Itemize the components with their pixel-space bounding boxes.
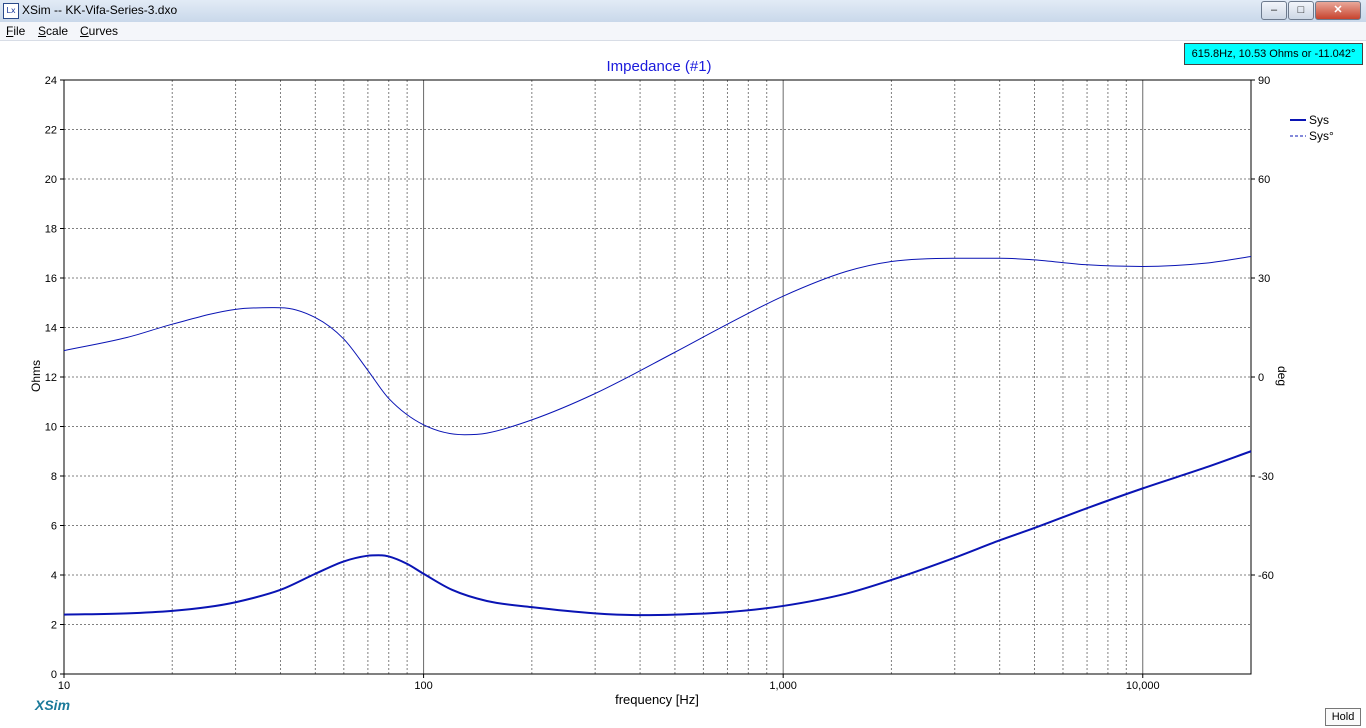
close-button[interactable]: ✕ xyxy=(1315,1,1361,20)
window-title: XSim -- KK-Vifa-Series-3.dxo xyxy=(22,3,178,17)
legend-label: Sys xyxy=(1309,113,1329,127)
y2-tick-label: 0 xyxy=(1258,372,1264,384)
y-tick-label: 4 xyxy=(51,570,57,582)
x-tick-label: 1,000 xyxy=(769,680,797,692)
y-tick-label: 20 xyxy=(45,174,57,186)
x-tick-label: 10 xyxy=(58,680,70,692)
menu-bar: File Scale Curves xyxy=(0,22,1366,41)
y-tick-label: 22 xyxy=(45,125,57,137)
x-tick-label: 10,000 xyxy=(1126,680,1160,692)
menu-scale[interactable]: Scale xyxy=(38,24,68,38)
phase-series-line xyxy=(63,256,1252,436)
y2-axis-label: deg xyxy=(1275,366,1289,386)
series-layer xyxy=(63,256,1252,617)
axes: 024681012141618202224-60-30030609010 100 1… xyxy=(45,75,1274,692)
cursor-readout: 615.8Hz, 10.53 Ohms or -11.042° xyxy=(1184,43,1363,65)
hold-button[interactable]: Hold xyxy=(1325,708,1361,726)
y-tick-label: 0 xyxy=(51,669,57,681)
legend: Sys Sys° xyxy=(1290,113,1334,143)
maximize-button[interactable]: □ xyxy=(1288,1,1314,20)
impedance-chart[interactable]: 024681012141618202224-60-30030609010 100 1… xyxy=(0,40,1366,708)
y-tick-label: 14 xyxy=(45,323,57,335)
y-tick-label: 6 xyxy=(51,521,57,533)
y-tick-label: 10 xyxy=(45,422,57,434)
legend-label: Sys° xyxy=(1309,129,1334,143)
y2-tick-label: 90 xyxy=(1258,75,1270,87)
grid xyxy=(64,80,1251,674)
x-tick-label: 100 xyxy=(414,680,432,692)
title-bar: Lx XSim -- KK-Vifa-Series-3.dxo – □ ✕ xyxy=(0,0,1366,23)
y2-tick-label: 60 xyxy=(1258,174,1270,186)
chart-title: Impedance (#1) xyxy=(606,58,711,75)
y2-tick-label: -30 xyxy=(1258,471,1274,483)
menu-curves[interactable]: Curves xyxy=(80,24,118,38)
y-tick-label: 18 xyxy=(45,224,57,236)
y-tick-label: 16 xyxy=(45,273,57,285)
y-tick-label: 2 xyxy=(51,620,57,632)
xsim-app-icon[interactable]: Lx xyxy=(3,3,19,19)
xsim-brand-logo: XSim xyxy=(35,697,71,713)
x-axis-label: frequency [Hz] xyxy=(615,692,699,707)
y-axis-label: Ohms xyxy=(29,360,43,392)
y2-tick-label: -60 xyxy=(1258,570,1274,582)
menu-file[interactable]: File xyxy=(6,24,25,38)
y-tick-label: 24 xyxy=(45,75,57,87)
y-tick-label: 8 xyxy=(51,471,57,483)
minimize-button[interactable]: – xyxy=(1261,1,1287,20)
y2-tick-label: 30 xyxy=(1258,273,1270,285)
y-tick-label: 12 xyxy=(45,372,57,384)
